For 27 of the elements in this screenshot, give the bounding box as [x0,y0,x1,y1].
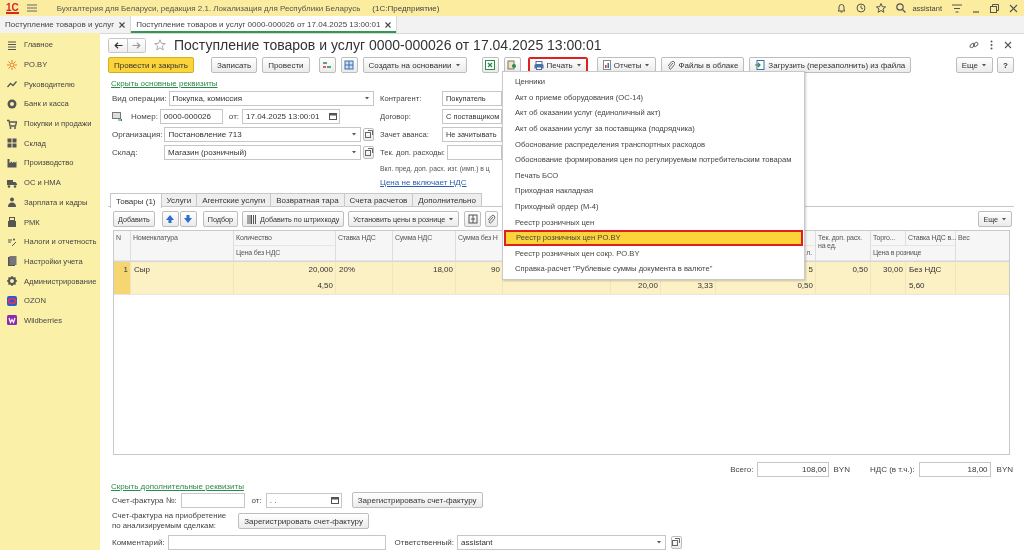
table-cell: 0,50 [816,262,871,278]
field-label: от: [251,495,262,505]
table-cell: 5,60 [906,278,956,294]
field-label: Вид операции: [112,93,167,103]
field-label: Счет-фактура №: [112,495,177,505]
field-label: Номер: [131,111,158,121]
table-cell: 20% [336,262,393,278]
document-title: Поступление товаров и услуг 0000-000026 от 17.04.2025 13:00:01 [174,37,602,53]
app-name: (1С:Предприятие) [372,3,440,13]
table-cell: 1 [114,262,131,294]
table-cell: 30,00 [871,262,906,278]
field-label: BYN [833,464,850,474]
window-title: Бухгалтерия для Беларуси, редакция 2.1. Локализация для Республики Беларусь [56,3,361,13]
table-cell: 20,000 [234,262,336,278]
field-label: Комментарий: [112,537,165,547]
table-cell: 18,00 [393,262,456,278]
field-label: НДС (в т.ч.): [869,464,915,474]
field-label: от: [228,111,240,121]
table-cell: 4,50 [234,278,336,294]
app-logo: 1С [6,2,19,14]
field-label: Ответственный: [394,537,454,547]
field-label: Всего: [730,464,754,474]
field-label: BYN [996,464,1013,474]
table-cell: Без НДС [906,262,956,278]
field-label: Организация: [112,129,163,139]
field-label: Склад: [112,147,139,157]
table-cell: Сыр [131,262,234,278]
